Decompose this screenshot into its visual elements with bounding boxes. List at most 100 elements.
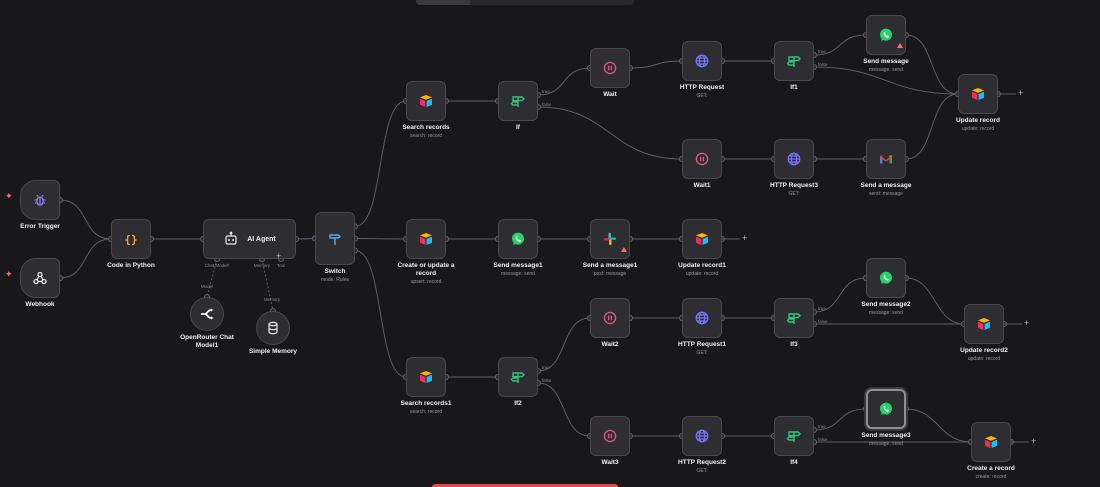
model-label: Model: [200, 284, 214, 289]
node-switch[interactable]: [315, 212, 355, 265]
if-signpost-icon: [510, 369, 526, 385]
node-wait3[interactable]: [590, 416, 630, 456]
add-node-plus-icon[interactable]: +: [1018, 89, 1023, 98]
node-label: Webhook: [25, 301, 55, 308]
node-label: Update record2: [960, 347, 1008, 354]
connection-switch-to-search_records[interactable]: [354, 100, 407, 227]
node-send-message1[interactable]: [498, 219, 538, 259]
node-label: Send a message: [860, 182, 912, 189]
airtable-icon: [970, 86, 986, 102]
node-label: Code in Python: [107, 262, 155, 269]
port-label-false: false: [542, 102, 552, 107]
node-subtitle: message: send: [869, 67, 903, 73]
connections-layer: [57, 32, 1029, 445]
node-subtitle: search: record: [410, 133, 442, 139]
svg-text:{}: {}: [124, 233, 137, 246]
node-ai-agent[interactable]: AI Agent: [203, 219, 296, 259]
globe-icon: [694, 310, 710, 326]
node-update-record[interactable]: [958, 74, 998, 114]
node-search-records1[interactable]: [406, 357, 446, 397]
node-send-message2[interactable]: [866, 258, 906, 298]
node-openrouter[interactable]: [190, 297, 224, 331]
airtable-icon: [694, 231, 710, 247]
bug-icon: [32, 192, 48, 208]
node-wait2[interactable]: [590, 298, 630, 338]
connection-error_trigger-to-code_python[interactable]: [59, 199, 112, 240]
add-node-plus-icon[interactable]: +: [1031, 437, 1036, 446]
node-subtitle: update: record: [961, 126, 995, 132]
add-tool-icon[interactable]: +: [276, 252, 281, 261]
node-wait1[interactable]: [682, 139, 722, 179]
node-label: Simple Memory: [248, 348, 298, 355]
node-webhook[interactable]: [20, 258, 60, 298]
port-label-false: false: [818, 319, 828, 324]
node-if[interactable]: [498, 81, 538, 121]
warning-icon: [621, 247, 627, 252]
add-node-plus-icon[interactable]: +: [1024, 319, 1029, 328]
node-http-request[interactable]: [682, 41, 722, 81]
node-error-trigger[interactable]: [20, 180, 60, 220]
port-label-true: true: [818, 49, 826, 54]
database-icon: [265, 320, 281, 336]
node-code-python[interactable]: {}: [111, 219, 151, 259]
node-send-a-message1[interactable]: [590, 219, 630, 259]
node-simple-memory[interactable]: [256, 311, 290, 345]
warning-icon: [897, 43, 903, 48]
add-node-plus-icon[interactable]: +: [742, 234, 747, 243]
node-label: Send message3: [861, 432, 911, 439]
node-search-records[interactable]: [406, 81, 446, 121]
slack-icon: [602, 231, 618, 247]
node-if1[interactable]: [774, 41, 814, 81]
node-create-record[interactable]: [971, 422, 1011, 462]
trigger-bolt-icon: ✦: [5, 269, 13, 279]
node-wait[interactable]: [590, 48, 630, 88]
if-signpost-icon: [786, 428, 802, 444]
port-chat-model-label: Chat Model*: [204, 263, 230, 268]
node-label: If3: [790, 341, 798, 348]
port-label-true: true: [542, 89, 550, 94]
node-subtitle: upsert: record: [410, 279, 442, 285]
connection-wait-to-http_request[interactable]: [629, 60, 683, 69]
gmail-icon: [878, 151, 894, 167]
openrouter-icon: [199, 306, 215, 322]
node-update-record1[interactable]: [682, 219, 722, 259]
node-update-record2[interactable]: [964, 304, 1004, 344]
pause-circle-icon: [602, 60, 618, 76]
node-send-message[interactable]: [866, 15, 906, 55]
node-title: AI Agent: [247, 235, 276, 243]
globe-icon: [786, 151, 802, 167]
airtable-icon: [983, 434, 999, 450]
airtable-icon: [976, 316, 992, 332]
node-create-update[interactable]: [406, 219, 446, 259]
trigger-bolt-icon: ✦: [5, 191, 13, 201]
node-subtitle: create: record: [975, 474, 1007, 480]
node-if2[interactable]: [498, 357, 538, 397]
node-http-request3[interactable]: [774, 139, 814, 179]
node-if3[interactable]: [774, 298, 814, 338]
node-label: Update record: [955, 117, 1001, 124]
node-if4[interactable]: [774, 416, 814, 456]
globe-icon: [694, 53, 710, 69]
if-signpost-icon: [510, 93, 526, 109]
node-label: Create a record: [967, 465, 1015, 472]
node-subtitle: GET:: [696, 350, 708, 356]
webhook-icon: [32, 270, 48, 286]
node-subtitle: update: record: [967, 356, 1001, 362]
pause-circle-icon: [694, 151, 710, 167]
connection-switch-to-create_update[interactable]: [354, 238, 407, 240]
connection-if-to-wait1[interactable]: [537, 106, 683, 160]
node-send-a-message[interactable]: [866, 139, 906, 179]
node-subtitle: send: message: [869, 191, 903, 197]
switch-icon: [327, 231, 343, 247]
robot-icon: [223, 231, 239, 247]
workflow-canvas[interactable]: Error Trigger Webhook {} Code in Python AI A…: [0, 0, 1100, 487]
node-label: Switch: [324, 268, 346, 275]
node-send-message3[interactable]: [866, 389, 906, 429]
node-http-request1[interactable]: [682, 298, 722, 338]
memory-label: Memory: [263, 297, 281, 302]
node-http-request2[interactable]: [682, 416, 722, 456]
node-subtitle: GET:: [696, 468, 708, 474]
connection-if2-to-wait3[interactable]: [537, 382, 591, 437]
whatsapp-icon: [878, 270, 894, 286]
connection-webhook-to-code_python[interactable]: [59, 238, 112, 279]
